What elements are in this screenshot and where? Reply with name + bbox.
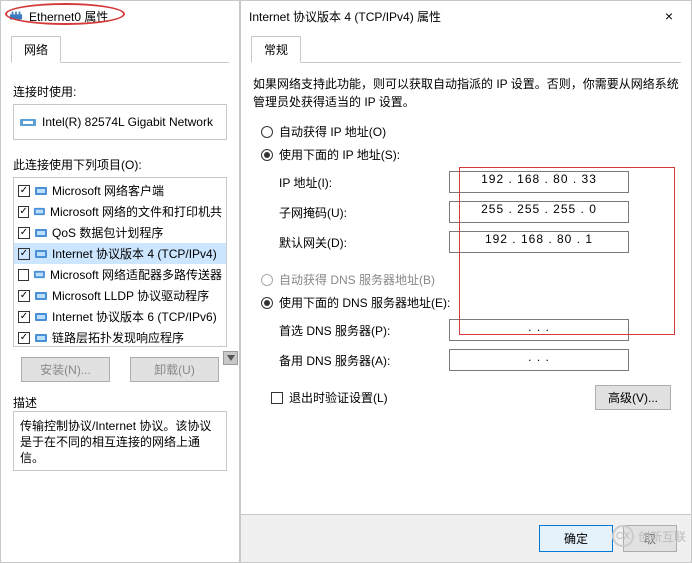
description-text: 传输控制协议/Internet 协议。该协议是于在不同的相互连接的网络上通信。 xyxy=(13,411,227,471)
proto-icon xyxy=(34,311,48,323)
ethernet-properties-window: Ethernet0 属性 网络 连接时使用: Intel(R) 82574L G… xyxy=(0,0,240,563)
radio-use-dns[interactable]: 使用下面的 DNS 服务器地址(E): xyxy=(261,294,679,311)
radio-use-ip-label: 使用下面的 IP 地址(S): xyxy=(279,146,400,163)
checkbox-icon[interactable] xyxy=(18,269,29,281)
network-item[interactable]: 链路层拓扑发现响应程序 xyxy=(14,327,226,347)
scroll-down-button[interactable] xyxy=(223,351,238,365)
button-row: 安装(N)... 卸载(U) xyxy=(13,357,227,382)
description-label: 描述 xyxy=(13,394,227,411)
radio-icon xyxy=(261,274,273,286)
dns1-label: 首选 DNS 服务器(P): xyxy=(279,322,449,339)
ipv4-properties-window: Internet 协议版本 4 (TCP/IPv4) 属性 × 常规 如果网络支… xyxy=(240,0,692,563)
connect-using-label: 连接时使用: xyxy=(13,83,227,100)
window-title-right: Internet 协议版本 4 (TCP/IPv4) 属性 xyxy=(249,8,655,25)
network-item[interactable]: QoS 数据包计划程序 xyxy=(14,222,226,243)
panel-left: 连接时使用: Intel(R) 82574L Gigabit Network 此… xyxy=(1,63,239,483)
description-group: 描述 传输控制协议/Internet 协议。该协议是于在不同的相互连接的网络上通… xyxy=(13,394,227,471)
gateway-label: 默认网关(D): xyxy=(279,234,449,251)
item-label: Microsoft 网络客户端 xyxy=(52,182,164,199)
tabs-left: 网络 xyxy=(11,35,229,63)
checkbox-icon[interactable] xyxy=(18,248,30,260)
adapter-box[interactable]: Intel(R) 82574L Gigabit Network xyxy=(13,104,227,140)
share-icon xyxy=(33,206,46,218)
items-list[interactable]: Microsoft 网络客户端 Microsoft 网络的文件和打印机共 QoS 数… xyxy=(13,177,227,347)
client-icon xyxy=(34,185,48,197)
network-item[interactable]: Internet 协议版本 4 (TCP/IPv4) xyxy=(14,243,226,264)
gateway-input[interactable]: 192 . 168 . 80 . 1 xyxy=(449,231,629,253)
dns-field-group: 首选 DNS 服务器(P): . . . 备用 DNS 服务器(A): . . … xyxy=(279,319,679,371)
item-label: Internet 协议版本 4 (TCP/IPv4) xyxy=(52,245,217,262)
tabs-right: 常规 xyxy=(251,35,681,63)
window-title: Ethernet0 属性 xyxy=(29,8,231,25)
adapter-icon xyxy=(20,115,36,129)
network-item[interactable]: Internet 协议版本 6 (TCP/IPv6) xyxy=(14,306,226,327)
item-label: Internet 协议版本 6 (TCP/IPv6) xyxy=(52,308,217,325)
dns2-label: 备用 DNS 服务器(A): xyxy=(279,352,449,369)
proto-icon xyxy=(33,269,46,281)
proto-icon xyxy=(34,332,48,344)
network-item[interactable]: Microsoft 网络的文件和打印机共 xyxy=(14,201,226,222)
checkbox-icon[interactable] xyxy=(18,311,30,323)
checkbox-icon xyxy=(271,392,283,404)
ip-address-input[interactable]: 192 . 168 . 80 . 33 xyxy=(449,171,629,193)
radio-auto-dns: 自动获得 DNS 服务器地址(B) xyxy=(261,271,679,288)
radio-use-dns-label: 使用下面的 DNS 服务器地址(E): xyxy=(279,294,450,311)
alternate-dns-input[interactable]: . . . xyxy=(449,349,629,371)
install-button[interactable]: 安装(N)... xyxy=(21,357,110,382)
tab-general[interactable]: 常规 xyxy=(251,36,301,63)
subnet-label: 子网掩码(U): xyxy=(279,204,449,221)
bottom-row: 退出时验证设置(L) 高级(V)... xyxy=(271,385,671,410)
panel-right: 如果网络支持此功能，则可以获取自动指派的 IP 设置。否则，你需要从网络系统管理… xyxy=(241,63,691,422)
radio-auto-ip[interactable]: 自动获得 IP 地址(O) xyxy=(261,123,679,140)
proto-icon xyxy=(34,248,48,260)
uninstall-button[interactable]: 卸载(U) xyxy=(130,357,219,382)
radio-auto-ip-label: 自动获得 IP 地址(O) xyxy=(279,123,386,140)
network-item[interactable]: Microsoft LLDP 协议驱动程序 xyxy=(14,285,226,306)
radio-auto-dns-label: 自动获得 DNS 服务器地址(B) xyxy=(279,271,435,288)
network-adapter-icon xyxy=(9,9,23,23)
item-label: Microsoft LLDP 协议驱动程序 xyxy=(52,287,209,304)
proto-icon xyxy=(34,290,48,302)
watermark-text: 创新互联 xyxy=(638,528,686,545)
item-label: QoS 数据包计划程序 xyxy=(52,224,163,241)
items-label: 此连接使用下列项目(O): xyxy=(13,156,227,173)
checkbox-icon[interactable] xyxy=(18,227,30,239)
tab-network[interactable]: 网络 xyxy=(11,36,61,63)
preferred-dns-input[interactable]: . . . xyxy=(449,319,629,341)
ipv4-description: 如果网络支持此功能，则可以获取自动指派的 IP 设置。否则，你需要从网络系统管理… xyxy=(253,75,679,111)
network-item[interactable]: Microsoft 网络客户端 xyxy=(14,180,226,201)
close-button[interactable]: × xyxy=(655,8,683,24)
subnet-mask-input[interactable]: 255 . 255 . 255 . 0 xyxy=(449,201,629,223)
item-label: 链路层拓扑发现响应程序 xyxy=(52,329,184,346)
qos-icon xyxy=(34,227,48,239)
radio-use-ip[interactable]: 使用下面的 IP 地址(S): xyxy=(261,146,679,163)
checkbox-icon[interactable] xyxy=(18,185,30,197)
watermark: CX 创新互联 xyxy=(612,525,686,547)
item-label: Microsoft 网络的文件和打印机共 xyxy=(50,203,222,220)
validate-checkbox[interactable]: 退出时验证设置(L) xyxy=(271,389,388,406)
title-bar-right: Internet 协议版本 4 (TCP/IPv4) 属性 × xyxy=(241,1,691,31)
radio-icon xyxy=(261,149,273,161)
title-bar: Ethernet0 属性 xyxy=(1,1,239,31)
radio-icon xyxy=(261,126,273,138)
watermark-icon: CX xyxy=(612,525,634,547)
network-item[interactable]: Microsoft 网络适配器多路传送器 xyxy=(14,264,226,285)
checkbox-icon[interactable] xyxy=(18,290,30,302)
checkbox-icon[interactable] xyxy=(18,206,29,218)
item-label: Microsoft 网络适配器多路传送器 xyxy=(50,266,222,283)
ip-field-group: IP 地址(I): 192 . 168 . 80 . 33 子网掩码(U): 2… xyxy=(279,171,679,253)
radio-icon xyxy=(261,297,273,309)
adapter-name: Intel(R) 82574L Gigabit Network xyxy=(42,115,213,129)
validate-label: 退出时验证设置(L) xyxy=(289,389,388,406)
ok-button[interactable]: 确定 xyxy=(539,525,613,552)
ip-label: IP 地址(I): xyxy=(279,174,449,191)
checkbox-icon[interactable] xyxy=(18,332,30,344)
advanced-button[interactable]: 高级(V)... xyxy=(595,385,671,410)
